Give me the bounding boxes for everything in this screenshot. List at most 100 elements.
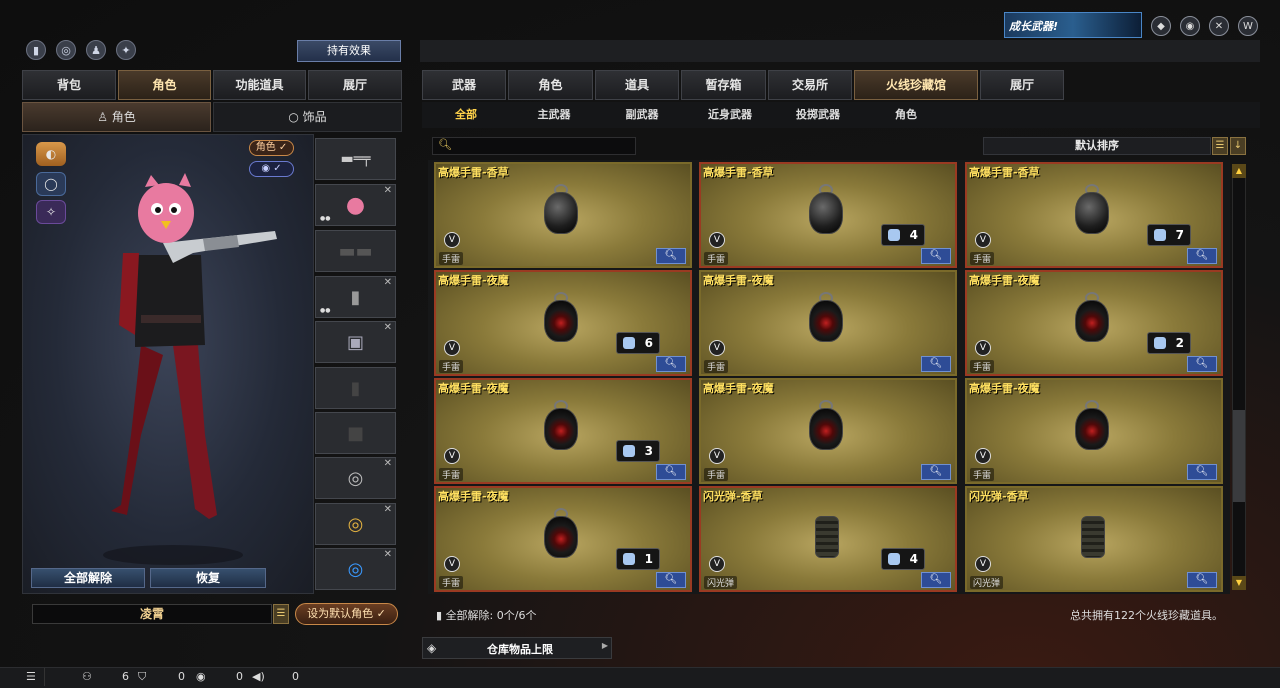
- remove-icon[interactable]: ✕: [384, 185, 392, 196]
- restore-button[interactable]: 恢复: [150, 568, 266, 588]
- sort-list-icon[interactable]: ☰: [1212, 137, 1228, 155]
- remove-icon[interactable]: ✕: [384, 277, 392, 288]
- character-mode-icon[interactable]: ◐: [36, 142, 66, 166]
- tab-exchange[interactable]: 交易所: [768, 70, 852, 100]
- remove-icon[interactable]: ✕: [384, 458, 392, 469]
- cat-character[interactable]: 角色: [862, 104, 950, 126]
- cat-throwing[interactable]: 投掷武器: [774, 104, 862, 126]
- goggles-mode-icon[interactable]: ◯: [36, 172, 66, 196]
- storage-limit-button[interactable]: ◈ 仓库物品上限 ▶: [422, 637, 612, 659]
- slot-ring-gold[interactable]: ◎ ✕: [315, 503, 396, 545]
- cat-melee[interactable]: 近身武器: [686, 104, 774, 126]
- scroll-up-icon[interactable]: ▲: [1232, 164, 1246, 178]
- tab-collection[interactable]: 火线珍藏馆: [854, 70, 978, 100]
- set-default-character-button[interactable]: 设为默认角色 ✓: [295, 603, 398, 625]
- v-badge-icon: V: [975, 556, 991, 572]
- item-title: 高爆手雷-夜魔: [438, 274, 509, 287]
- role-toggle[interactable]: 角色 ✓: [249, 140, 294, 156]
- hold-effect-button[interactable]: 持有效果: [297, 40, 401, 62]
- pet-icon[interactable]: ✦: [116, 40, 136, 60]
- item-card[interactable]: 高爆手雷-香草 V 手雷 🔍︎: [434, 162, 692, 268]
- tab-backpack[interactable]: 背包: [22, 70, 116, 100]
- subtab-character[interactable]: ♙ 角色: [22, 102, 211, 132]
- tab-temp-box[interactable]: 暂存箱: [681, 70, 766, 100]
- character-icon[interactable]: ♟: [86, 40, 106, 60]
- ranking-icon[interactable]: ▮: [26, 40, 46, 60]
- tab-function-items[interactable]: 功能道具: [213, 70, 306, 100]
- inspect-magnifier-icon[interactable]: 🔍︎: [921, 248, 951, 264]
- character-preview[interactable]: [22, 134, 314, 594]
- item-card[interactable]: 高爆手雷-夜魔 V 手雷 3 🔍︎: [434, 378, 692, 484]
- item-card[interactable]: 高爆手雷-夜魔 V 手雷 🔍︎: [699, 378, 957, 484]
- unequip-all-button[interactable]: 全部解除: [31, 568, 145, 588]
- sort-direction-icon[interactable]: ↓: [1230, 137, 1246, 155]
- eye-toggle[interactable]: ◉ ✓: [249, 161, 294, 177]
- inspect-magnifier-icon[interactable]: 🔍︎: [921, 572, 951, 588]
- tab-weapons[interactable]: 武器: [422, 70, 506, 100]
- growth-weapon-banner[interactable]: 成长武器!: [1004, 12, 1142, 38]
- cat-primary[interactable]: 主武器: [510, 104, 598, 126]
- slot-vest[interactable]: ▮: [315, 367, 396, 409]
- cat-secondary[interactable]: 副武器: [598, 104, 686, 126]
- slot-head[interactable]: ● ✕ ●●: [315, 184, 396, 226]
- item-card[interactable]: 高爆手雷-夜魔 V 手雷 1 🔍︎: [434, 486, 692, 592]
- slot-ring-silver[interactable]: ◎ ✕: [315, 457, 396, 499]
- menu-icon[interactable]: ☰: [26, 670, 36, 683]
- inspect-magnifier-icon[interactable]: 🔍︎: [921, 356, 951, 372]
- item-card[interactable]: 高爆手雷-夜魔 V 手雷 6 🔍︎: [434, 270, 692, 376]
- inspect-magnifier-icon[interactable]: 🔍︎: [656, 572, 686, 588]
- v-badge-icon: V: [975, 340, 991, 356]
- item-card[interactable]: 高爆手雷-夜魔 V 手雷 🔍︎: [699, 270, 957, 376]
- subtab-accessories[interactable]: ○ 饰品: [213, 102, 402, 132]
- scroll-down-icon[interactable]: ▼: [1232, 576, 1246, 590]
- remove-icon[interactable]: ✕: [384, 549, 392, 560]
- tab-roles[interactable]: 角色: [508, 70, 593, 100]
- item-card[interactable]: 闪光弹-香草 V 闪光弹 4 🔍︎: [699, 486, 957, 592]
- search-input[interactable]: 🔍︎: [432, 137, 636, 155]
- record-icon[interactable]: ◎: [56, 40, 76, 60]
- cat-all[interactable]: 全部: [422, 104, 510, 126]
- slot-backpack[interactable]: ▣ ✕: [315, 321, 396, 363]
- inspect-magnifier-icon[interactable]: 🔍︎: [1187, 248, 1217, 264]
- remove-icon[interactable]: ✕: [384, 322, 392, 333]
- shield-icon[interactable]: ◆: [1151, 16, 1171, 36]
- chat-icon[interactable]: ◉: [196, 670, 206, 683]
- remove-icon[interactable]: ✕: [384, 504, 392, 515]
- item-title: 高爆手雷-香草: [969, 166, 1040, 179]
- character-name[interactable]: 凌霄: [32, 604, 272, 624]
- slot-radio[interactable]: ▮ ✕ ●●: [315, 276, 396, 318]
- item-card[interactable]: 闪光弹-香草 V 闪光弹 🔍︎: [965, 486, 1223, 592]
- volume-icon[interactable]: ◀): [252, 670, 265, 683]
- item-card[interactable]: 高爆手雷-香草 V 手雷 7 🔍︎: [965, 162, 1223, 268]
- inspect-magnifier-icon[interactable]: 🔍︎: [656, 248, 686, 264]
- scroll-thumb[interactable]: [1233, 410, 1245, 502]
- v-badge-icon: V: [709, 232, 725, 248]
- inspect-magnifier-icon[interactable]: 🔍︎: [656, 464, 686, 480]
- swords-icon[interactable]: ✕: [1209, 16, 1229, 36]
- inspect-magnifier-icon[interactable]: 🔍︎: [921, 464, 951, 480]
- clan-icon[interactable]: ⛉: [138, 670, 146, 684]
- tab-items[interactable]: 道具: [595, 70, 679, 100]
- tab-showroom[interactable]: 展厅: [308, 70, 402, 100]
- wing-mode-icon[interactable]: ✧: [36, 200, 66, 224]
- tab-right-showroom[interactable]: 展厅: [980, 70, 1064, 100]
- item-card[interactable]: 高爆手雷-夜魔 V 手雷 2 🔍︎: [965, 270, 1223, 376]
- list-icon[interactable]: ☰: [273, 604, 289, 624]
- slot-weapon[interactable]: ▬═╤: [315, 138, 396, 180]
- scrollbar[interactable]: [1232, 164, 1246, 590]
- inspect-magnifier-icon[interactable]: 🔍︎: [656, 356, 686, 372]
- friends-count: 6: [122, 670, 129, 683]
- slot-ring-blue[interactable]: ◎ ✕: [315, 548, 396, 590]
- inspect-magnifier-icon[interactable]: 🔍︎: [1187, 464, 1217, 480]
- inspect-magnifier-icon[interactable]: 🔍︎: [1187, 572, 1217, 588]
- slot-face[interactable]: ▬▬: [315, 230, 396, 272]
- friends-icon[interactable]: ⚇: [82, 670, 92, 683]
- slot-pants[interactable]: ■: [315, 412, 396, 454]
- brand-w-icon[interactable]: W: [1238, 16, 1258, 36]
- inspect-magnifier-icon[interactable]: 🔍︎: [1187, 356, 1217, 372]
- tab-character[interactable]: 角色: [118, 70, 211, 100]
- sort-select[interactable]: 默认排序: [983, 137, 1211, 155]
- item-card[interactable]: 高爆手雷-香草 V 手雷 4 🔍︎: [699, 162, 957, 268]
- item-card[interactable]: 高爆手雷-夜魔 V 手雷 🔍︎: [965, 378, 1223, 484]
- globe-icon[interactable]: ◉: [1180, 16, 1200, 36]
